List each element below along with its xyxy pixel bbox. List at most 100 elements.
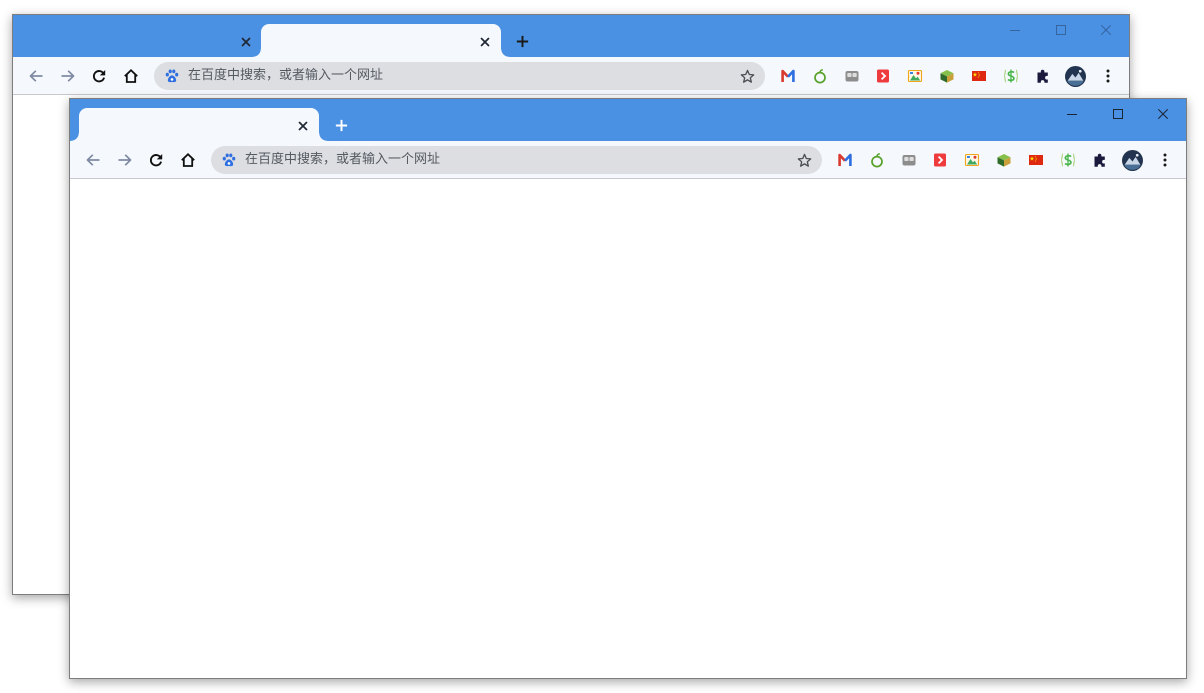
extension-china-flag[interactable]	[965, 62, 993, 90]
browser-toolbar: 在百度中搜索，或者输入一个网址	[13, 57, 1129, 95]
more-vertical-icon	[1157, 152, 1173, 168]
puzzle-icon	[1092, 152, 1108, 168]
red-arrow-extension-icon	[932, 152, 948, 168]
star-outline-icon	[740, 69, 755, 84]
green-dollar-extension-icon	[1003, 68, 1019, 84]
star-outline-icon	[797, 153, 812, 168]
address-bar[interactable]: 在百度中搜索，或者输入一个网址	[154, 62, 765, 90]
home-icon	[180, 152, 196, 168]
address-bar-placeholder: 在百度中搜索，或者输入一个网址	[188, 68, 384, 83]
extension-green-apple[interactable]	[806, 62, 834, 90]
extension-green-apple[interactable]	[863, 146, 891, 174]
extension-image[interactable]	[901, 62, 929, 90]
extension-green-dollar[interactable]	[997, 62, 1025, 90]
tab-inactive[interactable]	[22, 24, 262, 57]
back-button[interactable]	[79, 146, 107, 174]
reload-button[interactable]	[142, 146, 170, 174]
tab-active[interactable]	[71, 108, 327, 141]
close-icon	[1158, 109, 1168, 119]
profile-avatar	[1122, 150, 1143, 171]
back-arrow-icon	[28, 68, 44, 84]
page-content	[70, 179, 1186, 678]
maximize-icon	[1113, 109, 1123, 119]
image-extension-icon	[907, 68, 923, 84]
back-button[interactable]	[22, 62, 50, 90]
forward-button[interactable]	[111, 146, 139, 174]
green-apple-extension-icon	[812, 68, 828, 84]
extension-image[interactable]	[958, 146, 986, 174]
minimize-icon	[1067, 109, 1077, 119]
minimize-button[interactable]	[1049, 99, 1095, 129]
bookmark-star-button[interactable]	[793, 149, 815, 171]
back-arrow-icon	[85, 152, 101, 168]
tab-close-button[interactable]	[476, 33, 494, 51]
tab-close-button[interactable]	[294, 117, 312, 135]
close-icon	[480, 37, 490, 47]
maximize-icon	[1056, 25, 1066, 35]
forward-arrow-icon	[60, 68, 76, 84]
minimize-icon	[1010, 25, 1020, 35]
close-icon	[241, 37, 251, 47]
browser-menu-button[interactable]	[1094, 62, 1122, 90]
new-tab-button[interactable]	[510, 29, 534, 53]
green-dollar-extension-icon	[1060, 152, 1076, 168]
home-button[interactable]	[174, 146, 202, 174]
m-logo-extension-icon	[780, 68, 796, 84]
extensions-menu-button[interactable]	[1086, 146, 1114, 174]
extension-red-arrow[interactable]	[926, 146, 954, 174]
image-extension-icon	[964, 152, 980, 168]
gray-tiles-extension-icon	[901, 152, 917, 168]
home-button[interactable]	[117, 62, 145, 90]
china-flag-extension-icon	[971, 68, 987, 84]
m-logo-extension-icon	[837, 152, 853, 168]
profile-button[interactable]	[1061, 62, 1089, 90]
puzzle-icon	[1035, 68, 1051, 84]
gray-tiles-extension-icon	[844, 68, 860, 84]
cube-extension-icon	[939, 68, 955, 84]
baidu-paw-icon	[164, 68, 180, 84]
forward-button[interactable]	[54, 62, 82, 90]
red-arrow-extension-icon	[875, 68, 891, 84]
extension-m-logo[interactable]	[774, 62, 802, 90]
tab-strip[interactable]	[70, 99, 1186, 141]
browser-menu-button[interactable]	[1151, 146, 1179, 174]
reload-icon	[148, 152, 164, 168]
tab-strip[interactable]	[13, 15, 1129, 57]
foreground-browser-window[interactable]: 在百度中搜索，或者输入一个网址	[69, 98, 1187, 679]
maximize-button[interactable]	[1038, 15, 1084, 45]
more-vertical-icon	[1100, 68, 1116, 84]
plus-icon	[335, 119, 348, 132]
close-icon	[1101, 25, 1111, 35]
profile-avatar	[1065, 66, 1086, 87]
extension-china-flag[interactable]	[1022, 146, 1050, 174]
extension-green-dollar[interactable]	[1054, 146, 1082, 174]
browser-toolbar: 在百度中搜索，或者输入一个网址	[70, 141, 1186, 179]
address-bar-placeholder: 在百度中搜索，或者输入一个网址	[245, 152, 441, 167]
cube-extension-icon	[996, 152, 1012, 168]
extension-gray-tiles[interactable]	[838, 62, 866, 90]
china-flag-extension-icon	[1028, 152, 1044, 168]
plus-icon	[516, 35, 529, 48]
minimize-button[interactable]	[992, 15, 1038, 45]
reload-icon	[91, 68, 107, 84]
close-window-button[interactable]	[1140, 99, 1186, 129]
baidu-paw-icon	[221, 152, 237, 168]
home-icon	[123, 68, 139, 84]
extension-cube[interactable]	[933, 62, 961, 90]
reload-button[interactable]	[85, 62, 113, 90]
extensions-menu-button[interactable]	[1029, 62, 1057, 90]
tab-active[interactable]	[253, 24, 509, 57]
address-bar[interactable]: 在百度中搜索，或者输入一个网址	[211, 146, 822, 174]
profile-button[interactable]	[1118, 146, 1146, 174]
bookmark-star-button[interactable]	[736, 65, 758, 87]
extension-gray-tiles[interactable]	[895, 146, 923, 174]
green-apple-extension-icon	[869, 152, 885, 168]
forward-arrow-icon	[117, 152, 133, 168]
extension-m-logo[interactable]	[831, 146, 859, 174]
close-window-button[interactable]	[1083, 15, 1129, 45]
extension-cube[interactable]	[990, 146, 1018, 174]
extension-red-arrow[interactable]	[869, 62, 897, 90]
new-tab-button[interactable]	[329, 113, 353, 137]
maximize-button[interactable]	[1095, 99, 1141, 129]
close-icon	[298, 121, 308, 131]
